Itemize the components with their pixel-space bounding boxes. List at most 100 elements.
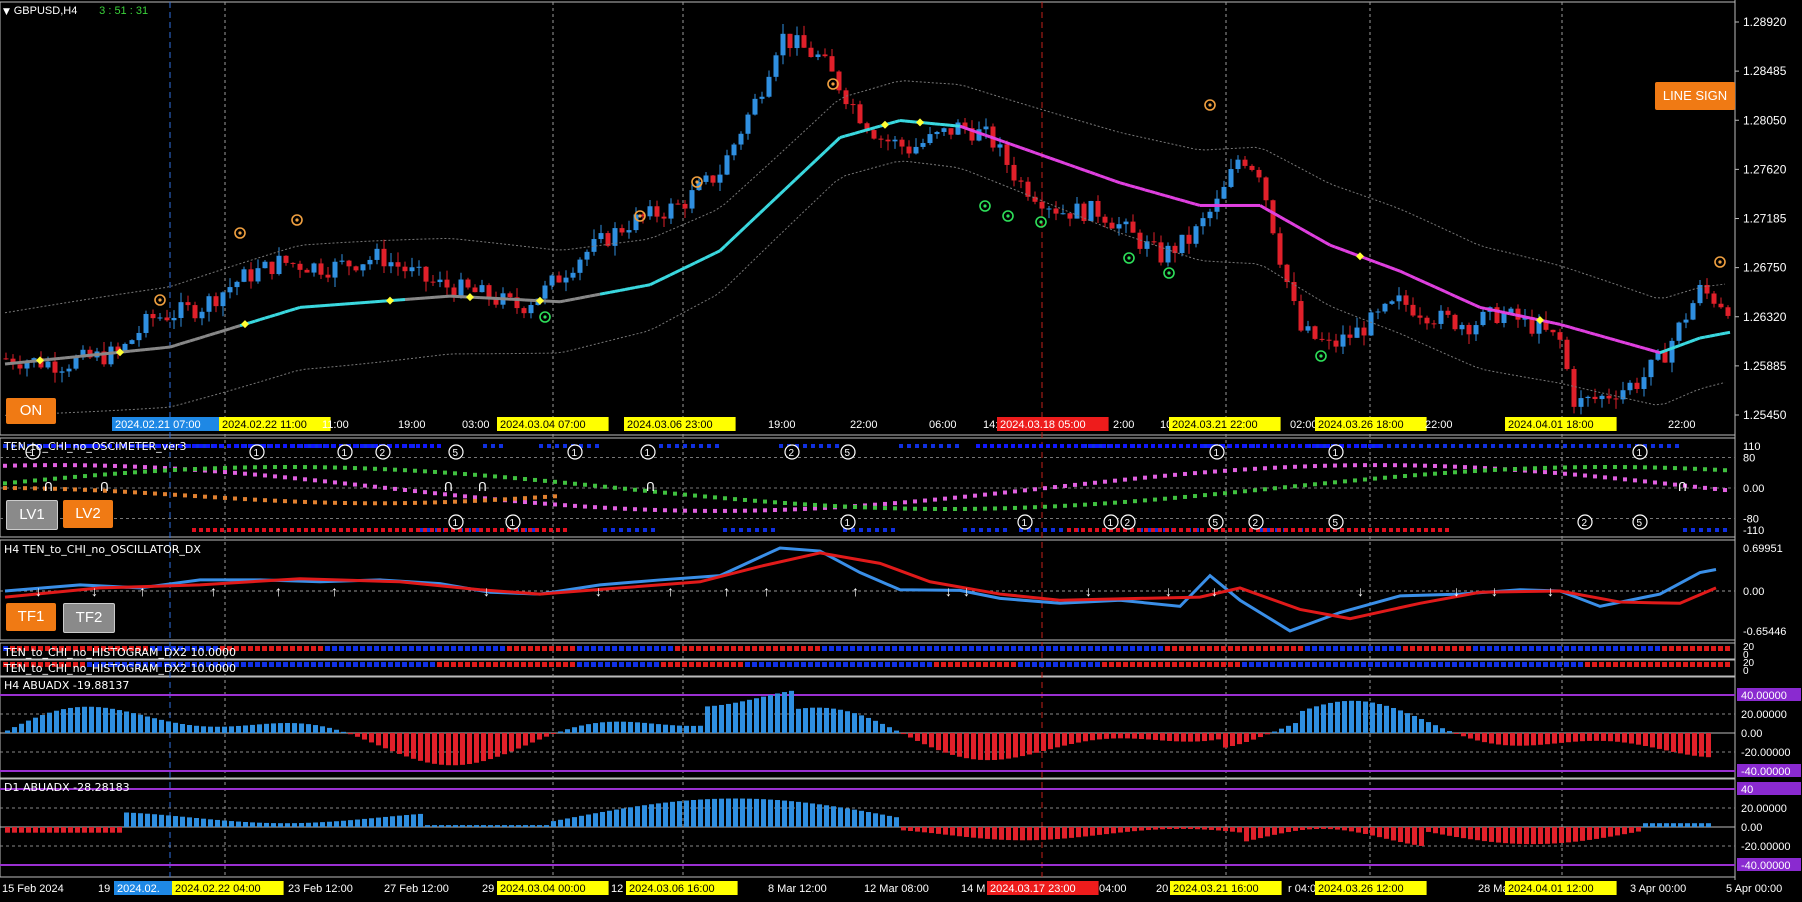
ma-segment [1139,187,1146,192]
histogram-cell [738,662,743,667]
abuadx-bar [1097,827,1102,835]
abuadx-bar [208,819,213,827]
ma-segment [1514,313,1521,318]
histogram-cell [318,662,323,667]
osc-dot-magenta [1573,472,1577,477]
ma-segment [1369,258,1376,264]
osc-dot-magenta [1543,470,1547,475]
candle-body [885,139,891,142]
abuadx-bar [257,724,262,733]
oscillator-dx-title: H4 TEN_to_CHI_no_OSCILLATOR_DX [4,543,201,556]
osc-dot-green [533,477,537,482]
osc-dot-magenta [1603,475,1607,480]
osc-dot-magenta [433,491,437,496]
buy-signal-dot [1006,214,1010,218]
ma-segment [234,324,241,329]
abuadx-bar [1454,827,1459,838]
on-button[interactable]: ON [6,398,56,424]
ma-segment [1384,264,1391,269]
lv2-button[interactable]: LV2 [63,500,113,528]
osc-dot-orange [233,496,237,501]
osc-dot-blue [1459,444,1463,448]
candle-body [1004,144,1010,165]
histogram-cell [892,662,897,667]
osc-dot-blue [1587,444,1591,448]
abuadx-bar [1062,827,1067,839]
tf2-button[interactable]: TF2 [63,603,115,633]
trading-chart[interactable]: 110800.00-80-1101 1 1 2 5 1 1 2 5 1 1 11 1 1 1 1 2 5 2 5 2 5ᑎ… [0,0,1802,902]
histogram-cell [1326,646,1331,651]
osc-dot-magenta [613,506,617,511]
osc-dot-green [1023,505,1027,510]
histogram-cell [1396,662,1401,667]
osc-dot-green [963,506,967,511]
buy-signal-dot [1167,271,1171,275]
histogram-cell [1361,662,1366,667]
candle-body [1102,216,1108,223]
osc-dot-orange [393,501,397,506]
osc-dot-green [1143,498,1147,503]
abuadx-bar [1230,733,1235,746]
histogram-cell [584,646,589,651]
symbol-header[interactable]: ▼ GBPUSD,H4 3 : 51 : 31 [3,3,148,19]
osc-dot-orange [493,497,497,502]
abuadx-bar [159,814,164,827]
osc-dot-green [1363,477,1367,482]
osc-dot-top [416,444,420,448]
osc-dot-green [943,506,947,511]
osc-dot-green [333,465,337,470]
histogram-cell [465,646,470,651]
histogram-cell [311,662,316,667]
histogram-cell [1389,662,1394,667]
osc-dot-bottom [1165,528,1169,532]
lv1-button[interactable]: LV1 [6,500,58,530]
main-time-label: 19:00 [398,419,426,431]
osc-dot-bottom [1417,528,1421,532]
line-sign-button[interactable]: LINE SIGN [1655,82,1735,110]
histogram-cell [759,646,764,651]
osc-dot-green [1133,499,1137,504]
candle-body [1578,398,1584,407]
ma-segment [24,359,31,364]
abuadx-bar [866,717,871,733]
histogram-cell [780,662,785,667]
histogram-cell [1284,646,1289,651]
ma-segment [1459,296,1466,302]
candle-body [1053,208,1059,214]
histogram-cell [612,662,617,667]
abuadx-bar [397,733,402,754]
abuadx-bar [1391,707,1396,733]
abuadx-bar [901,733,906,735]
osc-dot-top [283,444,287,448]
candle-body [633,214,639,231]
histogram-cell [1508,662,1513,667]
histogram-cell [913,662,918,667]
abuadx-bar [1349,827,1354,832]
osc-dot-top [1018,444,1022,448]
abuadx-bar [19,827,24,833]
histogram-cell [724,662,729,667]
osc-dot-bottom [1179,528,1183,532]
price-axis-label: 1.28050 [1743,113,1787,127]
osc-dot-bottom [220,528,224,532]
candle-body [1347,334,1353,338]
osc-dot-top [1081,444,1085,448]
candle-body [913,146,919,154]
histogram-cell [1130,646,1135,651]
dropdown-triangle-icon[interactable]: ▼ [3,7,10,17]
osc-dot-bottom [1431,528,1435,532]
osc-dot-blue [1523,444,1527,448]
osc-dot-orange [63,487,67,492]
osc-dot-blue [1675,444,1679,448]
histogram-cell [1655,646,1660,651]
osc-dot-blue [827,444,831,448]
candle-body [815,54,821,58]
histogram-cell [570,646,575,651]
tf1-button[interactable]: TF1 [6,603,56,631]
histogram-cell [689,646,694,651]
candle-body [318,263,324,275]
histogram-cell [1571,646,1576,651]
osc-dot-bottom [402,528,406,532]
histogram-cell [444,662,449,667]
histogram-cell [675,646,680,651]
